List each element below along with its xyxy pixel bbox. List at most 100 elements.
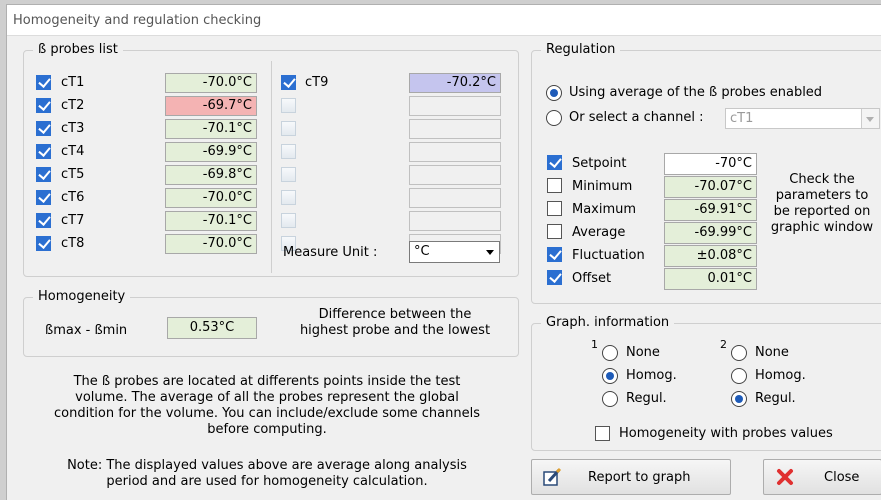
close-button[interactable]: Close <box>763 459 881 495</box>
probe-name: cT5 <box>61 167 85 182</box>
param-label: Setpoint <box>572 156 627 171</box>
homogeneity-desc-line1: Difference between the <box>318 307 472 322</box>
probe-value: -69.7°C <box>165 96 257 116</box>
chevron-down-icon <box>861 109 879 128</box>
homogeneity-legend: Homogeneity <box>33 289 131 304</box>
chevron-down-icon <box>482 242 499 261</box>
report-to-graph-button[interactable]: Report to graph <box>531 459 731 495</box>
probe-name: cT6 <box>61 190 85 205</box>
param-label: Fluctuation <box>572 248 645 263</box>
graph1-radio-homog[interactable] <box>602 368 618 384</box>
param-checkbox-minimum[interactable] <box>547 178 562 193</box>
probe-name: cT2 <box>61 98 85 113</box>
probe-value <box>409 96 501 116</box>
graph2-radio-none[interactable] <box>731 345 747 361</box>
probe-name: cT4 <box>61 144 85 159</box>
note-line: period and are used for homogeneity calc… <box>106 474 428 489</box>
probe-value: -70.1°C <box>165 119 257 139</box>
param-checkbox-offset[interactable] <box>547 270 562 285</box>
note-line: Note: The displayed values above are ave… <box>67 458 467 473</box>
graph1-radio-none[interactable] <box>602 345 618 361</box>
probe-checkbox[interactable] <box>36 144 51 159</box>
probe-value: -70.1°C <box>165 211 257 231</box>
info-line: volume. The average of all the probes re… <box>75 390 459 405</box>
param-value: -70°C <box>664 153 757 175</box>
probe-value: -69.8°C <box>165 165 257 185</box>
param-label: Average <box>572 225 626 240</box>
param-checkbox-maximum[interactable] <box>547 201 562 216</box>
probes-column-divider <box>271 61 272 273</box>
probe-checkbox[interactable] <box>36 167 51 182</box>
probe-checkbox[interactable] <box>281 213 296 228</box>
probe-value <box>409 211 501 231</box>
param-value: -69.91°C <box>664 199 757 221</box>
info-line: before computing. <box>207 422 327 437</box>
info-line: condition for the volume. You can includ… <box>54 406 480 421</box>
note-paragraph: Note: The displayed values above are ave… <box>17 458 517 490</box>
probe-name: cT8 <box>61 236 85 251</box>
radio-select-channel[interactable] <box>546 110 562 126</box>
probe-checkbox[interactable] <box>281 144 296 159</box>
graph2-radio-regul[interactable] <box>731 391 747 407</box>
probe-checkbox[interactable] <box>281 190 296 205</box>
param-checkbox-setpoint[interactable] <box>547 155 562 170</box>
probe-checkbox[interactable] <box>36 236 51 251</box>
homogeneity-value: 0.53°C <box>167 317 257 339</box>
graph-info-legend: Graph. information <box>541 315 675 330</box>
probe-value: -69.9°C <box>165 142 257 162</box>
radio-use-average[interactable] <box>546 85 562 101</box>
probe-checkbox[interactable] <box>281 121 296 136</box>
probe-name: cT7 <box>61 213 85 228</box>
graph1-radio-regul[interactable] <box>602 391 618 407</box>
homog-with-probes-checkbox[interactable] <box>595 426 610 441</box>
probe-value: -70.0°C <box>165 234 257 254</box>
graph1-homog-label: Homog. <box>626 368 677 383</box>
param-value: ±0.08°C <box>664 245 757 267</box>
info-line: The ß probes are located at differents p… <box>73 374 461 389</box>
measure-unit-select[interactable]: °C <box>409 241 500 263</box>
channel-select[interactable]: cT1 <box>725 108 880 129</box>
param-label: Offset <box>572 271 612 286</box>
regulation-legend: Regulation <box>541 42 621 57</box>
graph1-none-label: None <box>626 345 660 360</box>
probe-name: cT9 <box>305 75 329 90</box>
probe-checkbox[interactable] <box>36 98 51 113</box>
probe-checkbox[interactable] <box>36 75 51 90</box>
param-checkbox-fluctuation[interactable] <box>547 247 562 262</box>
close-label: Close <box>824 470 860 485</box>
param-value: -70.07°C <box>664 176 757 198</box>
graph1-regul-label: Regul. <box>626 391 667 406</box>
probe-value: -70.0°C <box>165 188 257 208</box>
radio-select-channel-label: Or select a channel : <box>569 110 704 125</box>
param-value: 0.01°C <box>664 268 757 290</box>
report-to-graph-label: Report to graph <box>588 470 691 485</box>
probe-value <box>409 119 501 139</box>
close-icon <box>777 469 793 485</box>
homogeneity-desc-line2: highest probe and the lowest <box>299 323 491 338</box>
graph2-radio-homog[interactable] <box>731 368 747 384</box>
probe-checkbox[interactable] <box>36 213 51 228</box>
hint-line: graphic window <box>770 220 874 235</box>
probe-value <box>409 165 501 185</box>
probe-value <box>409 188 501 208</box>
radio-use-average-label: Using average of the ß probes enabled <box>569 85 823 100</box>
probe-checkbox[interactable] <box>281 98 296 113</box>
probe-value <box>409 142 501 162</box>
probe-checkbox[interactable] <box>281 167 296 182</box>
measure-unit-value: °C <box>414 244 430 259</box>
probe-checkbox[interactable] <box>36 190 51 205</box>
probe-checkbox[interactable] <box>281 75 296 90</box>
graph1-superscript: 1 <box>591 338 598 351</box>
params-hint: Check the parameters to be reported on g… <box>759 172 881 236</box>
channel-select-value: cT1 <box>730 111 754 126</box>
graph2-none-label: None <box>755 345 789 360</box>
homogeneity-description: Difference between the highest probe and… <box>283 307 507 339</box>
probe-checkbox[interactable] <box>36 121 51 136</box>
probe-value: -70.2°C <box>409 73 501 93</box>
param-value: -69.99°C <box>664 222 757 244</box>
homog-with-probes-label: Homogeneity with probes values <box>619 426 833 441</box>
graph2-regul-label: Regul. <box>755 391 796 406</box>
param-checkbox-average[interactable] <box>547 224 562 239</box>
dialog-window: Homogeneity and regulation checking ß pr… <box>6 4 881 500</box>
hint-line: be reported on <box>773 204 871 219</box>
